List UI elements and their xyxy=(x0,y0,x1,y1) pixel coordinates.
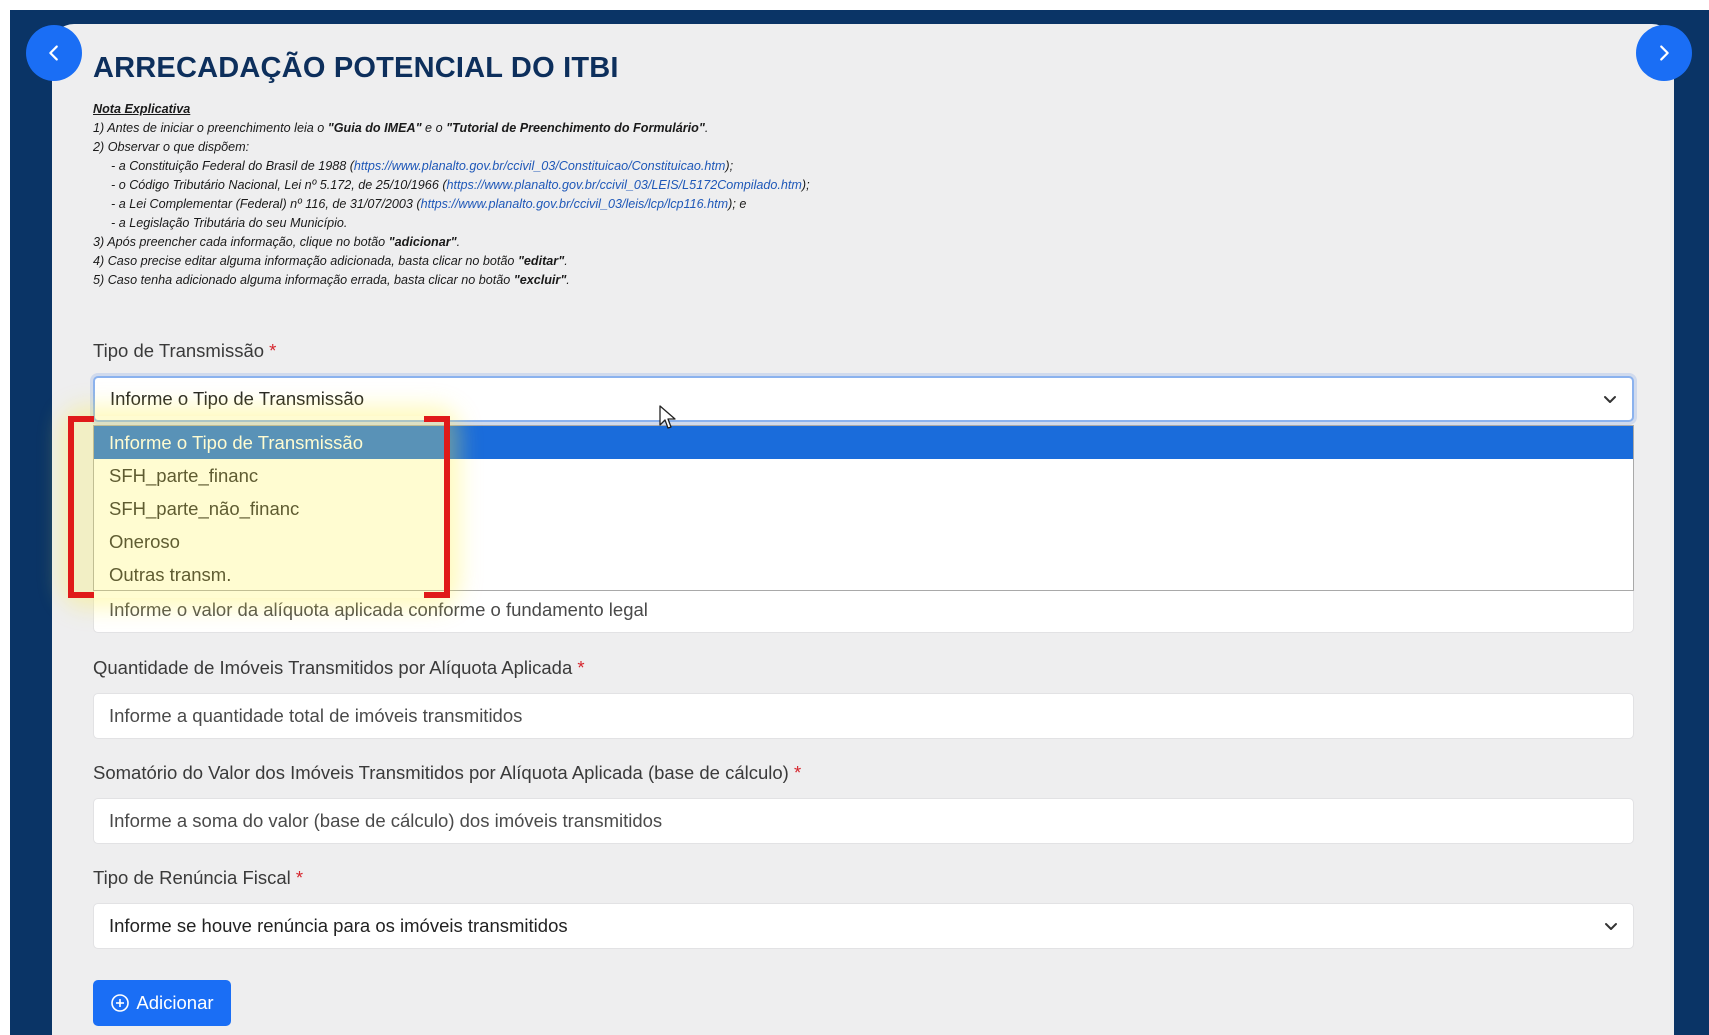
renuncia-select[interactable]: Informe se houve renúncia para os imóvei… xyxy=(93,903,1634,949)
constituicao-link[interactable]: https://www.planalto.gov.br/ccivil_03/Co… xyxy=(354,159,725,173)
renuncia-value: Informe se houve renúncia para os imóvei… xyxy=(109,915,568,936)
tipo-transmissao-option[interactable]: Informe o Tipo de Transmissão xyxy=(94,426,1633,459)
tipo-transmissao-label: Tipo de Transmissão * xyxy=(93,340,277,361)
somatorio-placeholder: Informe a soma do valor (base de cálculo… xyxy=(109,810,663,831)
add-button[interactable]: Adicionar xyxy=(93,980,231,1026)
chevron-down-icon xyxy=(1605,923,1617,930)
tipo-transmissao-option[interactable]: Outras transm. xyxy=(94,558,1633,591)
chevron-down-icon xyxy=(1604,396,1616,403)
chevron-left-icon xyxy=(49,45,58,61)
somatorio-input[interactable]: Informe a soma do valor (base de cálculo… xyxy=(93,798,1634,844)
somatorio-label: Somatório do Valor dos Imóveis Transmiti… xyxy=(93,762,802,783)
tipo-transmissao-select[interactable]: Informe o Tipo de Transmissão xyxy=(93,376,1634,422)
ctn-link[interactable]: https://www.planalto.gov.br/ccivil_03/LE… xyxy=(447,178,802,192)
note-heading: Nota Explicativa xyxy=(93,102,191,116)
add-button-label: Adicionar xyxy=(136,992,214,1013)
previous-button[interactable] xyxy=(26,25,82,81)
aliquota-input[interactable]: Informe o valor da alíquota aplicada con… xyxy=(93,587,1634,633)
chevron-right-icon xyxy=(1660,45,1669,61)
note-line-3: - a Constituição Federal do Brasil de 19… xyxy=(111,159,734,173)
quantidade-label: Quantidade de Imóveis Transmitidos por A… xyxy=(93,657,585,678)
quantidade-placeholder: Informe a quantidade total de imóveis tr… xyxy=(109,705,523,726)
lc116-link[interactable]: https://www.planalto.gov.br/ccivil_03/le… xyxy=(421,197,729,211)
note-line-4: - o Código Tributário Nacional, Lei nº 5… xyxy=(111,178,810,192)
aliquota-placeholder: Informe o valor da alíquota aplicada con… xyxy=(109,599,648,620)
next-button[interactable] xyxy=(1636,25,1692,81)
tipo-transmissao-value: Informe o Tipo de Transmissão xyxy=(110,388,364,409)
note-line-7: 3) Após preencher cada informação, cliqu… xyxy=(93,235,461,249)
tipo-transmissao-option[interactable]: SFH_parte_financ xyxy=(94,459,1633,492)
renuncia-label: Tipo de Renúncia Fiscal * xyxy=(93,867,304,888)
note-line-1: 1) Antes de iniciar o preenchimento leia… xyxy=(93,121,709,135)
tipo-transmissao-options: Informe o Tipo de Transmissão SFH_parte_f… xyxy=(93,425,1634,591)
page-title: ARRECADAÇÃO POTENCIAL DO ITBI xyxy=(93,52,619,84)
note-line-8: 4) Caso precise editar alguma informação… xyxy=(93,254,568,268)
note-line-2: 2) Observar o que dispõem: xyxy=(93,140,250,154)
tipo-transmissao-option[interactable]: Oneroso xyxy=(94,525,1633,558)
tipo-transmissao-option[interactable]: SFH_parte_não_financ xyxy=(94,492,1633,525)
explanatory-note: Nota Explicativa 1) Antes de iniciar o p… xyxy=(93,100,1193,290)
mouse-pointer-icon xyxy=(659,405,676,429)
plus-circle-icon xyxy=(111,994,130,1012)
quantidade-input[interactable]: Informe a quantidade total de imóveis tr… xyxy=(93,693,1634,739)
note-line-6: - a Legislação Tributária do seu Municíp… xyxy=(111,216,348,230)
note-line-5: - a Lei Complementar (Federal) nº 116, d… xyxy=(111,197,747,211)
note-line-9: 5) Caso tenha adicionado alguma informaç… xyxy=(93,273,570,287)
